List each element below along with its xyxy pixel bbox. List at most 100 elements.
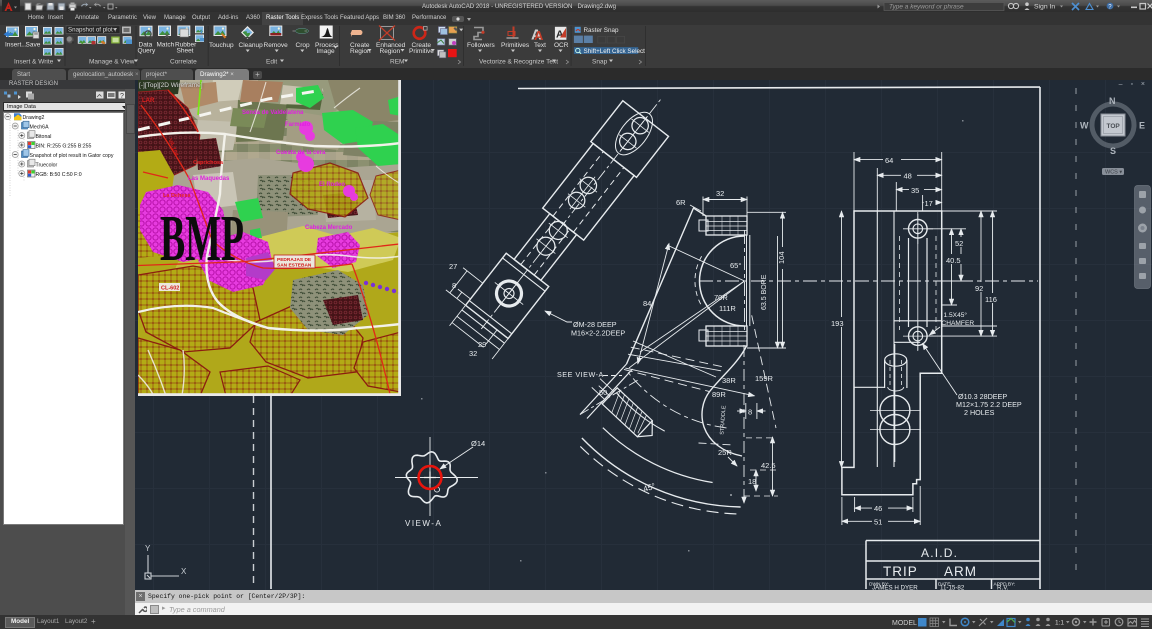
- svg-text:116: 116: [985, 295, 997, 304]
- svg-text:1:1: 1:1: [1055, 620, 1064, 627]
- svg-text:VIEW-A: VIEW-A: [405, 519, 442, 528]
- svg-text:Shift+Left Click Select: Shift+Left Click Select: [584, 48, 646, 55]
- svg-text:65°: 65°: [730, 261, 741, 270]
- svg-text:111R: 111R: [719, 304, 736, 313]
- svg-text:Cabeza Mercado: Cabeza Mercado: [305, 225, 353, 231]
- svg-text:SEE VIEW-A: SEE VIEW-A: [557, 370, 604, 379]
- svg-text:84: 84: [643, 299, 651, 308]
- svg-text:A: A: [534, 28, 544, 43]
- svg-text:LAR: LAR: [142, 98, 155, 104]
- svg-text:1.5X45°: 1.5X45°: [944, 311, 968, 319]
- svg-text:X: X: [181, 567, 187, 576]
- svg-text:Farmiato: Farmiato: [285, 122, 311, 128]
- svg-text:18: 18: [748, 477, 756, 486]
- svg-text:Sign In: Sign In: [1034, 4, 1055, 11]
- svg-text:Primitives: Primitives: [501, 42, 530, 49]
- svg-text:32: 32: [469, 349, 477, 358]
- svg-text:17: 17: [925, 199, 933, 208]
- svg-text:Followers: Followers: [467, 42, 496, 49]
- svg-text:40.5: 40.5: [946, 256, 961, 265]
- svg-text:48: 48: [904, 172, 912, 181]
- svg-text:OCR: OCR: [554, 42, 569, 49]
- svg-text:E: E: [1139, 121, 1145, 131]
- svg-text:Bitonal: Bitonal: [36, 134, 52, 140]
- svg-text:Manage & View: Manage & View: [89, 59, 135, 66]
- svg-text:Y: Y: [145, 544, 151, 553]
- svg-text:29: 29: [478, 340, 486, 349]
- svg-text:MODEL: MODEL: [892, 620, 917, 627]
- svg-text:TRIP: TRIP: [883, 564, 918, 579]
- svg-text:W: W: [1080, 121, 1089, 131]
- svg-text:Edit: Edit: [266, 59, 277, 66]
- svg-text:32: 32: [716, 189, 724, 198]
- svg-text:89R: 89R: [712, 390, 726, 399]
- svg-text:51: 51: [874, 518, 882, 527]
- svg-text:Snapshot of plot r: Snapshot of plot r: [68, 27, 117, 34]
- svg-text:A.I.D.: A.I.D.: [921, 546, 958, 560]
- svg-text:104: 104: [777, 251, 786, 264]
- svg-text:Remove: Remove: [264, 42, 289, 49]
- svg-text:Caprichosa: Caprichosa: [193, 160, 224, 166]
- svg-text:BMP: BMP: [160, 202, 244, 275]
- svg-text:46: 46: [874, 504, 882, 513]
- svg-text:8: 8: [748, 408, 752, 417]
- svg-text:Ø14: Ø14: [471, 439, 485, 448]
- svg-text:Cuesta de la cera: Cuesta de la cera: [276, 150, 326, 156]
- svg-text:Snap: Snap: [592, 59, 608, 66]
- svg-text:Save: Save: [26, 42, 41, 49]
- svg-text:M16×2-2.2DEEP: M16×2-2.2DEEP: [571, 329, 625, 338]
- svg-text:6R: 6R: [676, 198, 686, 207]
- svg-text:Text: Text: [534, 42, 546, 49]
- svg-text:92: 92: [975, 284, 983, 293]
- svg-text:63.5 BORE: 63.5 BORE: [761, 274, 768, 310]
- svg-text:27: 27: [449, 262, 457, 271]
- svg-text:38R: 38R: [722, 376, 736, 385]
- svg-text:Region: Region: [380, 48, 401, 55]
- svg-text:S: S: [1110, 146, 1116, 156]
- svg-text:70R: 70R: [714, 293, 728, 302]
- svg-text:TOP: TOP: [1107, 123, 1121, 130]
- svg-text:PEDRAJAS DE: PEDRAJAS DE: [277, 257, 312, 263]
- svg-text:Vectorize & Recognize Text: Vectorize & Recognize Text: [479, 59, 558, 66]
- svg-text:52: 52: [955, 239, 963, 248]
- svg-text:8: 8: [452, 281, 456, 290]
- svg-text:N: N: [1109, 96, 1116, 106]
- svg-text:Sheet: Sheet: [177, 48, 194, 55]
- svg-text:2 HOLES: 2 HOLES: [964, 408, 995, 417]
- svg-text:WCS ▾: WCS ▾: [1105, 170, 1122, 176]
- svg-text:?: ?: [120, 93, 124, 100]
- svg-text:Truecolor: Truecolor: [36, 162, 58, 168]
- svg-text:Senda de Valdelatena: Senda de Valdelatena: [242, 110, 304, 116]
- svg-text:Correlate: Correlate: [170, 59, 197, 66]
- svg-text:Primitive: Primitive: [409, 48, 434, 55]
- svg-text:Snapshot of plot result in Gat: Snapshot of plot result in Gator copy: [30, 153, 114, 159]
- svg-text:Drawing2: Drawing2: [23, 115, 45, 121]
- svg-text:RGB: B:50 C:50 F:0: RGB: B:50 C:50 F:0: [36, 172, 82, 178]
- svg-text:BIN: R:255 G:255 B:255: BIN: R:255 G:255 B:255: [36, 143, 92, 149]
- svg-text:Crop: Crop: [296, 42, 310, 49]
- svg-text:25R: 25R: [718, 448, 732, 457]
- svg-text:CL-602: CL-602: [161, 286, 179, 292]
- svg-text:193: 193: [831, 319, 844, 328]
- svg-text:Cleanup: Cleanup: [239, 42, 264, 49]
- svg-text:64: 64: [885, 156, 893, 165]
- svg-text:Query: Query: [138, 48, 156, 55]
- svg-text:35: 35: [911, 186, 919, 195]
- svg-text:Insert...: Insert...: [5, 42, 27, 49]
- svg-text:El Rodeo: El Rodeo: [319, 182, 345, 188]
- svg-text:Match: Match: [157, 42, 175, 49]
- svg-text:SAN ESTEBAN: SAN ESTEBAN: [277, 263, 312, 269]
- svg-text:Las Maquedas: Las Maquedas: [188, 176, 230, 182]
- svg-text:42.5: 42.5: [761, 461, 776, 470]
- svg-text:STRADDLE: STRADDLE: [719, 405, 727, 435]
- svg-text:Raster Snap: Raster Snap: [584, 27, 619, 34]
- svg-text:Insert & Write: Insert & Write: [14, 59, 54, 66]
- svg-text:ARM: ARM: [944, 564, 977, 579]
- svg-text:Mech6A: Mech6A: [30, 124, 50, 130]
- svg-text:Type a keyword or phrase: Type a keyword or phrase: [889, 4, 964, 11]
- svg-text:CHAMFER: CHAMFER: [942, 320, 975, 327]
- svg-text:Touchup: Touchup: [209, 42, 234, 49]
- svg-text:Image: Image: [317, 48, 335, 55]
- svg-text:La Dehesa: La Dehesa: [163, 193, 191, 199]
- svg-text:REM: REM: [390, 59, 404, 66]
